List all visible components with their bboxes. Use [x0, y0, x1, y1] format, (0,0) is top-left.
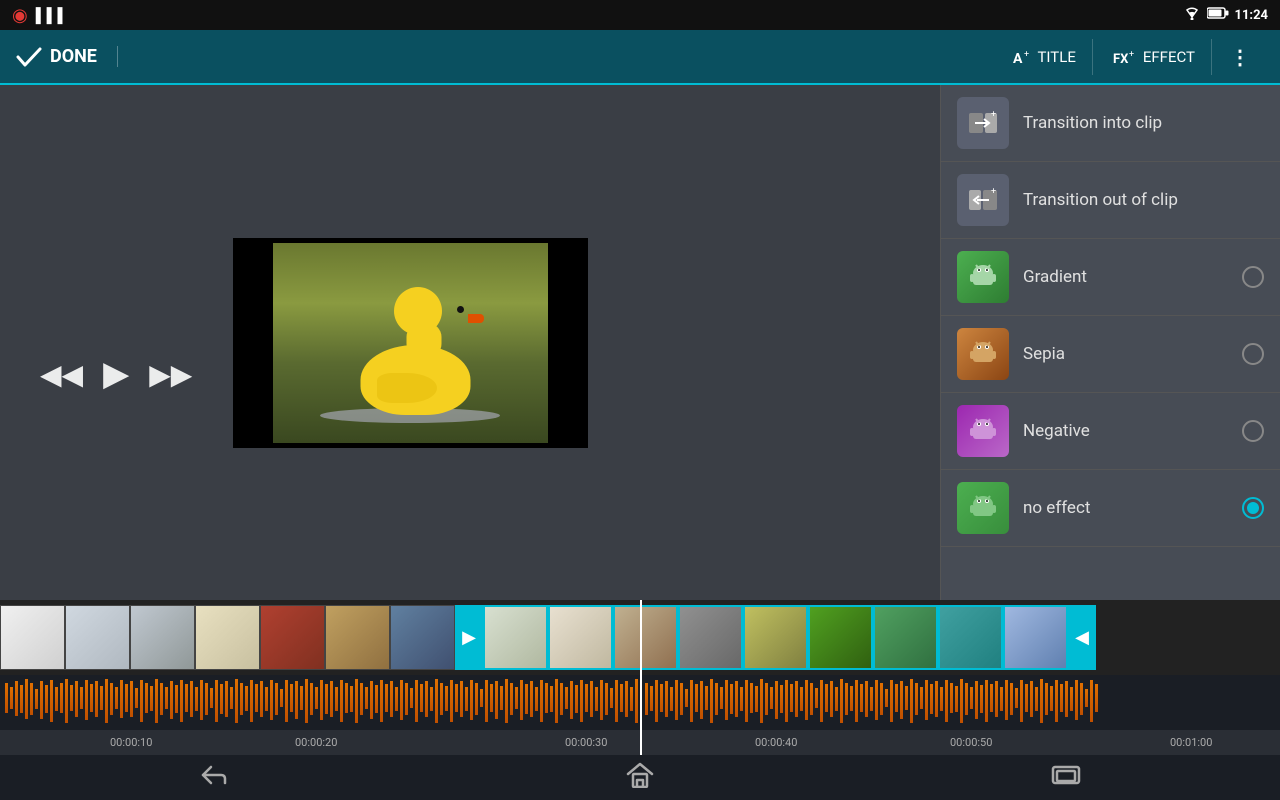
- sepia-label: Sepia: [1023, 344, 1228, 364]
- rewind-button[interactable]: ◀◀: [40, 358, 83, 391]
- negative-label: Negative: [1023, 421, 1228, 441]
- sepia-radio[interactable]: [1242, 343, 1264, 365]
- no-effect-label: no effect: [1023, 498, 1228, 518]
- selected-thumb[interactable]: [743, 605, 808, 670]
- more-button[interactable]: ⋮: [1216, 37, 1264, 77]
- title-label: TITLE: [1037, 48, 1075, 66]
- selected-thumb[interactable]: [808, 605, 873, 670]
- timecode-1: 00:00:10: [110, 736, 152, 749]
- negative-radio[interactable]: [1242, 420, 1264, 442]
- film-thumb[interactable]: [195, 605, 260, 670]
- timecode-5: 00:00:50: [950, 736, 992, 749]
- transition-in-icon: +: [957, 97, 1009, 149]
- transition-out-item[interactable]: + Transition out of clip: [941, 162, 1280, 239]
- transition-in-label: Transition into clip: [1023, 113, 1264, 133]
- toolbar: DONE A + TITLE FX + EFFECT ⋮: [0, 30, 1280, 85]
- selected-thumb[interactable]: [873, 605, 938, 670]
- svg-text:+: +: [1024, 50, 1029, 60]
- back-button[interactable]: [199, 763, 229, 793]
- status-right: 11:24: [1183, 6, 1269, 24]
- video-frame: [233, 243, 588, 443]
- transition-out-label: Transition out of clip: [1023, 190, 1264, 210]
- status-left: ◉ ▌▌▌: [12, 5, 68, 26]
- timecode-3: 00:00:30: [565, 736, 607, 749]
- film-thumb[interactable]: [130, 605, 195, 670]
- video-preview: ◀◀ ▶ ▶▶: [0, 85, 820, 600]
- timeline-next-arrow[interactable]: ◀: [1068, 605, 1096, 670]
- svg-text:+: +: [1129, 50, 1134, 60]
- playback-controls: ◀◀ ▶ ▶▶: [40, 354, 192, 394]
- timecode-6: 00:01:00: [1170, 736, 1212, 749]
- film-thumb[interactable]: [260, 605, 325, 670]
- negative-item[interactable]: Negative: [941, 393, 1280, 470]
- svg-text:+: +: [991, 187, 996, 197]
- gradient-item[interactable]: Gradient: [941, 239, 1280, 316]
- no-effect-item[interactable]: no effect: [941, 470, 1280, 547]
- play-button[interactable]: ▶: [103, 354, 129, 394]
- film-thumb[interactable]: [0, 605, 65, 670]
- gradient-radio[interactable]: [1242, 266, 1264, 288]
- film-thumb[interactable]: [325, 605, 390, 670]
- done-label: DONE: [50, 46, 97, 67]
- film-thumb[interactable]: [65, 605, 130, 670]
- no-effect-radio[interactable]: [1242, 497, 1264, 519]
- sepia-item[interactable]: Sepia: [941, 316, 1280, 393]
- film-thumb[interactable]: [390, 605, 455, 670]
- selected-thumb[interactable]: [548, 605, 613, 670]
- timecode-2: 00:00:20: [295, 736, 337, 749]
- toolbar-right: A + TITLE FX + EFFECT ⋮: [995, 37, 1264, 77]
- transition-in-item[interactable]: + Transition into clip: [941, 85, 1280, 162]
- selected-thumb[interactable]: [483, 605, 548, 670]
- timecode-4: 00:00:40: [755, 736, 797, 749]
- transition-out-icon: +: [957, 174, 1009, 226]
- playhead: [640, 600, 642, 755]
- status-bar: ◉ ▌▌▌ 11:24: [0, 0, 1280, 30]
- recents-button[interactable]: [1051, 763, 1081, 793]
- selected-thumb[interactable]: [1003, 605, 1068, 670]
- done-button[interactable]: DONE: [16, 46, 118, 67]
- fast-forward-button[interactable]: ▶▶: [149, 358, 192, 391]
- timeline-area: ▶ ◀: [0, 600, 1280, 755]
- time-display: 11:24: [1235, 8, 1269, 23]
- sepia-icon: [957, 328, 1009, 380]
- title-button[interactable]: A + TITLE: [995, 39, 1092, 75]
- battery-icon: [1207, 7, 1229, 23]
- app-icon: ◉: [12, 5, 28, 26]
- signal-bars: ▌▌▌: [36, 7, 69, 24]
- main-area: ◀◀ ▶ ▶▶ + Transition into clip: [0, 85, 1280, 600]
- gradient-icon: [957, 251, 1009, 303]
- bottom-nav: [0, 755, 1280, 800]
- wifi-icon: [1183, 6, 1201, 24]
- effect-button[interactable]: FX + EFFECT: [1097, 39, 1212, 75]
- effect-label: EFFECT: [1143, 48, 1195, 66]
- gradient-label: Gradient: [1023, 267, 1228, 287]
- svg-text:A: A: [1013, 51, 1023, 67]
- no-effect-icon: [957, 482, 1009, 534]
- svg-text:+: +: [991, 110, 996, 120]
- selected-thumb[interactable]: [613, 605, 678, 670]
- svg-text:FX: FX: [1113, 52, 1129, 67]
- selected-thumb[interactable]: [678, 605, 743, 670]
- effects-panel: + Transition into clip + Transition out …: [940, 85, 1280, 600]
- selected-thumb[interactable]: [938, 605, 1003, 670]
- negative-icon: [957, 405, 1009, 457]
- home-button[interactable]: [626, 762, 654, 794]
- timeline-prev-arrow[interactable]: ▶: [455, 605, 483, 670]
